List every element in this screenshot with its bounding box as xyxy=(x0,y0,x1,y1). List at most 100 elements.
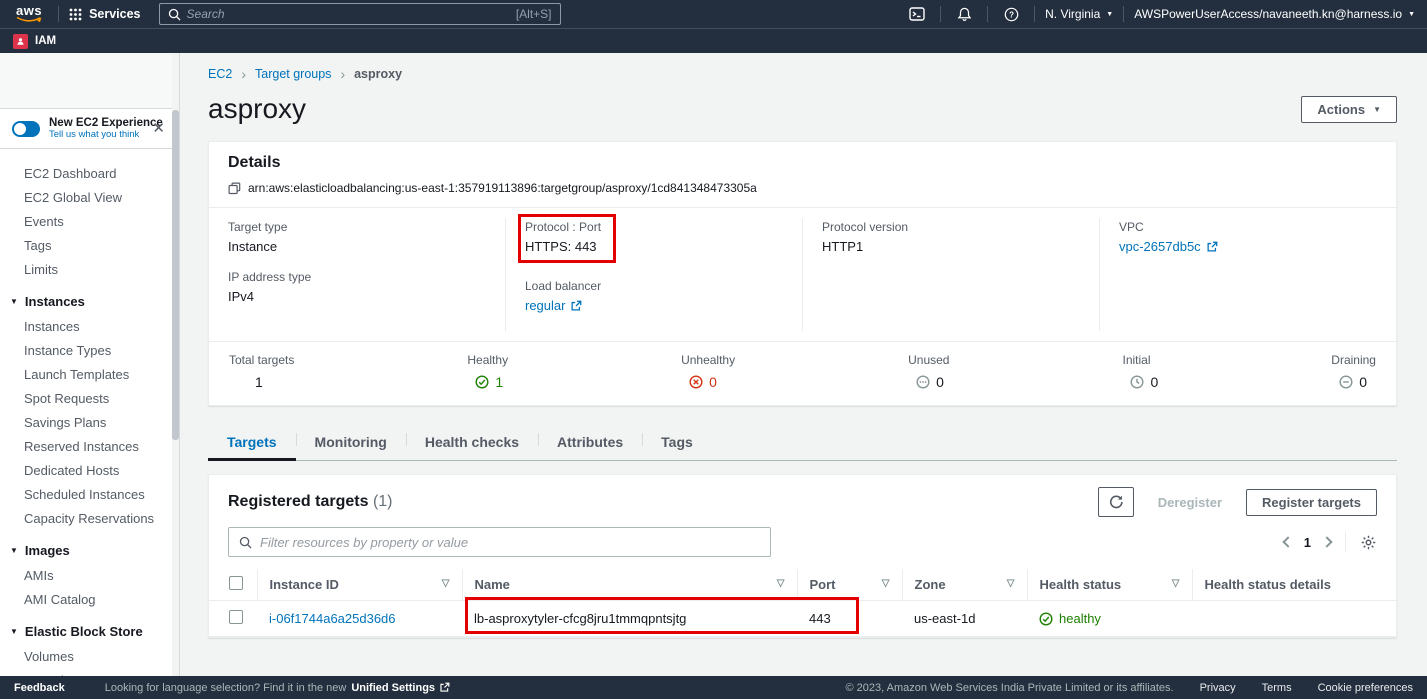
load-balancer-link[interactable]: regular xyxy=(525,298,582,313)
sidebar-section-instances[interactable]: ▼Instances xyxy=(0,289,179,314)
section-collapse-icon: ▼ xyxy=(10,297,18,306)
instance-id-link[interactable]: i-06f1744a6a25d36d6 xyxy=(269,611,396,626)
row-checkbox[interactable] xyxy=(229,610,243,624)
breadcrumb-ec2[interactable]: EC2 xyxy=(208,67,232,81)
search-input[interactable] xyxy=(187,7,510,21)
tab-attributes[interactable]: Attributes xyxy=(538,424,642,461)
help-icon[interactable]: ? xyxy=(998,3,1024,25)
experience-title: New EC2 Experience xyxy=(49,117,141,129)
top-navigation-bar: aws Services [Alt+S] ? xyxy=(0,0,1427,28)
chevron-down-icon: ▼ xyxy=(1373,105,1381,114)
page-header: asproxy Actions ▼ xyxy=(208,93,1397,125)
field-ip-address-type: IP address type IPv4 xyxy=(228,270,486,304)
settings-gear-icon[interactable] xyxy=(1360,534,1377,551)
terms-link[interactable]: Terms xyxy=(1262,682,1292,694)
field-vpc: VPC vpc-2657db5c xyxy=(1119,220,1377,254)
search-icon xyxy=(168,8,181,21)
sort-icon[interactable]: ▽ xyxy=(442,578,450,589)
tab-targets[interactable]: Targets xyxy=(208,424,296,461)
services-menu[interactable]: Services xyxy=(69,7,140,21)
external-link-icon xyxy=(570,300,582,312)
select-all-checkbox[interactable] xyxy=(229,576,243,590)
notifications-bell-icon[interactable] xyxy=(951,3,977,25)
external-link-icon xyxy=(1206,241,1218,253)
sort-icon[interactable]: ▽ xyxy=(882,578,890,589)
feedback-link[interactable]: Feedback xyxy=(14,682,65,694)
sidebar-item-spot-requests[interactable]: Spot Requests xyxy=(0,386,179,410)
column-name: Name xyxy=(475,577,510,592)
page-number[interactable]: 1 xyxy=(1304,535,1311,550)
sidebar-item-instance-types[interactable]: Instance Types xyxy=(0,338,179,362)
region-selector[interactable]: N. Virginia ▼ xyxy=(1045,7,1113,21)
sort-icon[interactable]: ▽ xyxy=(1172,578,1180,589)
sidebar-item-events[interactable]: Events xyxy=(0,209,179,233)
sidebar-item-tags[interactable]: Tags xyxy=(0,233,179,257)
sidebar-item-capacity-reservations[interactable]: Capacity Reservations xyxy=(0,506,179,530)
sidebar-item-ec2-global-view[interactable]: EC2 Global View xyxy=(0,185,179,209)
stat-value: 0 xyxy=(1150,374,1158,390)
sort-icon[interactable]: ▽ xyxy=(1007,578,1015,589)
vpc-link[interactable]: vpc-2657db5c xyxy=(1119,239,1218,254)
x-circle-icon xyxy=(689,375,703,389)
sidebar-item-ec2-dashboard[interactable]: EC2 Dashboard xyxy=(0,161,179,185)
tab-tags[interactable]: Tags xyxy=(642,424,712,461)
next-page-icon[interactable] xyxy=(1321,536,1332,547)
actions-button[interactable]: Actions ▼ xyxy=(1301,96,1397,123)
check-circle-icon xyxy=(475,375,489,389)
sidebar-item-instances[interactable]: Instances xyxy=(0,314,179,338)
details-grid: Target type Instance IP address type IPv… xyxy=(209,208,1396,341)
sidebar-item-ami-catalog[interactable]: AMI Catalog xyxy=(0,587,179,611)
sidebar-item-limits[interactable]: Limits xyxy=(0,257,179,281)
topbar-divider xyxy=(1034,6,1035,22)
stat-value: 0 xyxy=(1359,374,1367,390)
privacy-link[interactable]: Privacy xyxy=(1200,682,1236,694)
field-value: IPv4 xyxy=(228,289,486,304)
tab-health-checks[interactable]: Health checks xyxy=(406,424,538,461)
sidebar-item-savings-plans[interactable]: Savings Plans xyxy=(0,410,179,434)
refresh-button[interactable] xyxy=(1098,487,1134,517)
sidebar-scrollbar-thumb[interactable] xyxy=(172,110,179,440)
close-icon[interactable]: ✕ xyxy=(150,119,167,138)
aws-console-screen: aws Services [Alt+S] ? xyxy=(0,0,1427,699)
register-targets-button[interactable]: Register targets xyxy=(1246,489,1377,516)
copy-icon[interactable] xyxy=(228,182,241,195)
check-circle-icon xyxy=(1039,612,1053,626)
topbar-right-group: ? N. Virginia ▼ AWSPowerUserAccess/navan… xyxy=(904,3,1415,25)
breadcrumb-target-groups[interactable]: Target groups xyxy=(255,67,331,81)
sidebar-item-scheduled-instances[interactable]: Scheduled Instances xyxy=(0,482,179,506)
details-column-2: Protocol : Port HTTPS: 443 Load balancer… xyxy=(505,218,802,331)
sidebar-item-dedicated-hosts[interactable]: Dedicated Hosts xyxy=(0,458,179,482)
filter-row: 1 xyxy=(209,525,1396,569)
section-title: Elastic Block Store xyxy=(25,624,143,639)
stat-total-targets: Total targets 1 xyxy=(229,353,294,390)
tab-monitoring[interactable]: Monitoring xyxy=(296,424,406,461)
cookie-preferences-link[interactable]: Cookie preferences xyxy=(1318,682,1413,694)
field-label: IP address type xyxy=(228,270,486,284)
details-header: Details arn:aws:elasticloadbalancing:us-… xyxy=(209,142,1396,207)
aws-logo[interactable]: aws xyxy=(16,5,42,23)
sidebar-item-volumes[interactable]: Volumes xyxy=(0,644,179,668)
sort-icon[interactable]: ▽ xyxy=(777,578,785,589)
account-menu[interactable]: AWSPowerUserAccess/navaneeth.kn@harness.… xyxy=(1134,7,1415,21)
stat-label: Unhealthy xyxy=(681,353,735,367)
filter-input[interactable] xyxy=(260,535,760,550)
deregister-button[interactable]: Deregister xyxy=(1144,489,1236,516)
sidebar-item-amis[interactable]: AMIs xyxy=(0,563,179,587)
unified-settings-link[interactable]: Unified Settings xyxy=(351,682,450,694)
sidebar-section-elastic-block-store[interactable]: ▼Elastic Block Store xyxy=(0,619,179,644)
main-content: EC2 › Target groups › asproxy asproxy Ac… xyxy=(181,53,1427,676)
favorite-iam-shortcut[interactable]: IAM xyxy=(13,34,56,49)
sidebar-nav: EC2 Dashboard EC2 Global View Events Tag… xyxy=(0,149,179,676)
search-shortcut-hint: [Alt+S] xyxy=(516,7,552,21)
page-title: asproxy xyxy=(208,93,306,125)
cloudshell-icon[interactable] xyxy=(904,3,930,25)
field-value: HTTP1 xyxy=(822,239,1080,254)
sidebar-item-launch-templates[interactable]: Launch Templates xyxy=(0,362,179,386)
sidebar-item-reserved-instances[interactable]: Reserved Instances xyxy=(0,434,179,458)
previous-page-icon[interactable] xyxy=(1282,536,1293,547)
field-label: Protocol version xyxy=(822,220,1080,234)
experience-feedback-link[interactable]: Tell us what you think xyxy=(49,129,141,140)
sidebar-item-snapshots[interactable]: Snapshots xyxy=(0,668,179,676)
experience-toggle[interactable] xyxy=(12,121,40,137)
sidebar-section-images[interactable]: ▼Images xyxy=(0,538,179,563)
